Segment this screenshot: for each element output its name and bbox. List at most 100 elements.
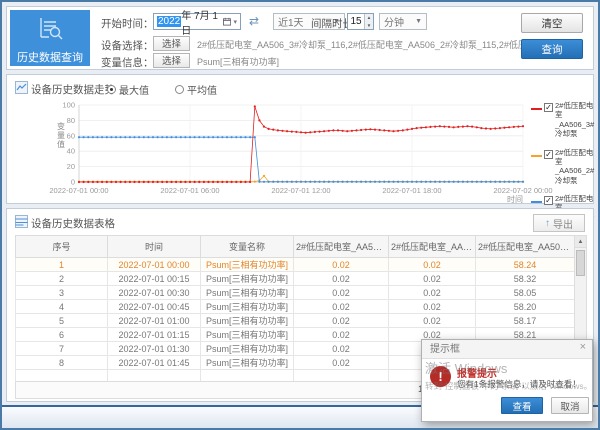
start-time-label: 开始时间：	[101, 16, 154, 31]
radio-avg-label: 平均值	[187, 82, 217, 97]
column-header: 时间	[108, 236, 201, 258]
table-cell: 58.20	[476, 300, 575, 314]
svg-text:变: 变	[57, 121, 65, 131]
table-header-row: 序号时间变量名称2#低压配电室_AA506_3#冷却泵...2#低压配电室_AA…	[16, 236, 575, 258]
device-label: 设备选择：	[101, 38, 154, 53]
interval-stepper[interactable]: 15 ▲▼	[347, 13, 374, 30]
table-row[interactable]: 22022-07-01 00:15Psum[三相有功功率]0.020.0258.…	[16, 272, 575, 286]
table-cell: 0.02	[294, 356, 389, 370]
swap-range-icon[interactable]: ⇄	[249, 14, 259, 28]
svg-text:值: 值	[57, 139, 65, 149]
column-header: 变量名称	[201, 236, 294, 258]
table-cell: 2022-07-01 00:15	[108, 272, 201, 286]
svg-text:100: 100	[62, 101, 75, 110]
stepper-arrows[interactable]: ▲▼	[364, 14, 373, 29]
query-button[interactable]: 查询	[521, 39, 583, 59]
table-cell: Psum[三相有功功率]	[201, 356, 294, 370]
alarm-message: 您有1条报警信息，请及时查看！	[457, 378, 589, 390]
table-cell: 5	[16, 314, 108, 328]
variable-label: 变量信息：	[101, 55, 154, 70]
table-cell: 4	[16, 300, 108, 314]
view-button[interactable]: 查看	[501, 397, 543, 414]
table-cell: 0.02	[389, 286, 476, 300]
table-row[interactable]: 12022-07-01 00:00Psum[三相有功功率]0.020.0258.…	[16, 258, 575, 272]
legend-checkbox[interactable]: ✓	[544, 103, 553, 112]
table-cell: Psum[三相有功功率]	[201, 314, 294, 328]
variable-select-button[interactable]: 选择	[153, 53, 190, 68]
app-window: 历史数据查询 开始时间： 2022年 7月 1日 ▾ ⇄ 近1天 ▼ 间隔时长：…	[0, 0, 600, 430]
table-cell: 0.02	[389, 258, 476, 272]
table-row[interactable]: 52022-07-01 01:00Psum[三相有功功率]0.020.0258.…	[16, 314, 575, 328]
table-cell: 8	[16, 356, 108, 370]
table-cell: 2022-07-01 01:15	[108, 328, 201, 342]
legend-checkbox[interactable]: ✓	[544, 196, 553, 205]
close-icon[interactable]: ×	[580, 341, 586, 353]
legend-label: 2#低压配电室_AA506_3#冷却泵	[555, 101, 594, 139]
svg-text:20: 20	[67, 162, 75, 171]
export-up-icon: ↑	[545, 218, 550, 229]
table-row[interactable]: 32022-07-01 00:30Psum[三相有功功率]0.020.0258.…	[16, 286, 575, 300]
table-cell: 58.32	[476, 272, 575, 286]
unit-caret-icon[interactable]: ▼	[415, 18, 422, 25]
device-select-button[interactable]: 选择	[153, 36, 190, 51]
table-cell: 0.02	[294, 328, 389, 342]
table-cell: 0.02	[294, 342, 389, 356]
column-header: 序号	[16, 236, 108, 258]
date-rest: 年 7月 1日	[181, 7, 223, 37]
legend-label: 2#低压配电室_AA506_2#冷却泵	[555, 148, 594, 186]
device-value: 2#低压配电室_AA506_3#冷却泵_116,2#低压配电室_AA506_2#…	[197, 38, 527, 51]
svg-text:60: 60	[67, 131, 75, 140]
svg-text:2022-07-01 18:00: 2022-07-01 18:00	[382, 186, 441, 195]
table-cell: 58.05	[476, 286, 575, 300]
legend-item[interactable]: ✓2#低压配电室_AA506_3#冷却泵	[531, 101, 593, 139]
legend-checkbox[interactable]: ✓	[544, 150, 553, 159]
svg-text:2022-07-01 00:00: 2022-07-01 00:00	[49, 186, 108, 195]
table-cell: Psum[三相有功功率]	[201, 286, 294, 300]
scroll-up-icon[interactable]: ▲	[575, 236, 586, 248]
date-dropdown-caret[interactable]: ▾	[233, 18, 237, 26]
table-cell: 1	[16, 258, 108, 272]
interval-unit-select[interactable]: 分钟 ▼	[379, 13, 427, 30]
variable-value: Psum[三相有功功率]	[197, 55, 527, 68]
cancel-button[interactable]: 取消	[551, 397, 589, 414]
date-year-selected: 2022	[157, 16, 181, 27]
quick-range-value: 近1天	[278, 14, 304, 29]
legend-item[interactable]: ✓2#低压配电室_AA506_2#冷却泵	[531, 148, 593, 186]
stepper-down-icon[interactable]: ▼	[365, 22, 373, 30]
table-cell: 2022-07-01 00:30	[108, 286, 201, 300]
radio-max-icon[interactable]	[107, 85, 116, 94]
scrollbar-thumb[interactable]	[576, 250, 585, 276]
legend-line-swatch	[531, 155, 542, 157]
legend-line-swatch	[531, 108, 542, 110]
radio-max-label: 最大值	[119, 82, 149, 97]
table-cell: 0.02	[389, 300, 476, 314]
radio-avg-icon[interactable]	[175, 85, 184, 94]
table-cell: 2022-07-01 00:00	[108, 258, 201, 272]
table-cell: 0.02	[389, 314, 476, 328]
table-cell: Psum[三相有功功率]	[201, 300, 294, 314]
table-cell: 0.02	[294, 314, 389, 328]
table-cell: 2022-07-01 01:00	[108, 314, 201, 328]
start-date-input[interactable]: 2022年 7月 1日 ▾	[153, 13, 241, 30]
table-cell: 0.02	[389, 272, 476, 286]
table-row[interactable]: 42022-07-01 00:45Psum[三相有功功率]0.020.0258.…	[16, 300, 575, 314]
stepper-up-icon[interactable]: ▲	[365, 14, 373, 22]
column-header: 2#低压配电室_AA506_3#冷却泵...	[294, 236, 389, 258]
table-cell: 58.24	[476, 258, 575, 272]
table-cell: 3	[16, 286, 108, 300]
export-button[interactable]: ↑ 导出	[533, 214, 585, 232]
query-panel: 历史数据查询 开始时间： 2022年 7月 1日 ▾ ⇄ 近1天 ▼ 间隔时长：…	[6, 6, 594, 70]
table-cell: 0.02	[294, 258, 389, 272]
radio-avg-value[interactable]: 平均值	[175, 82, 217, 97]
table-grid-icon	[15, 215, 28, 228]
clear-button[interactable]: 清空	[521, 13, 583, 33]
calendar-icon[interactable]	[223, 17, 231, 26]
legend-line-swatch	[531, 201, 542, 203]
svg-text:量: 量	[57, 131, 65, 140]
svg-text:时间: 时间	[507, 194, 523, 204]
module-tile: 历史数据查询	[10, 10, 90, 66]
table-cell: 7	[16, 342, 108, 356]
table-cell: 0.02	[294, 286, 389, 300]
radio-max-value[interactable]: 最大值	[107, 82, 149, 97]
trend-chart: 0204060801002022-07-01 00:002022-07-01 0…	[15, 97, 531, 203]
